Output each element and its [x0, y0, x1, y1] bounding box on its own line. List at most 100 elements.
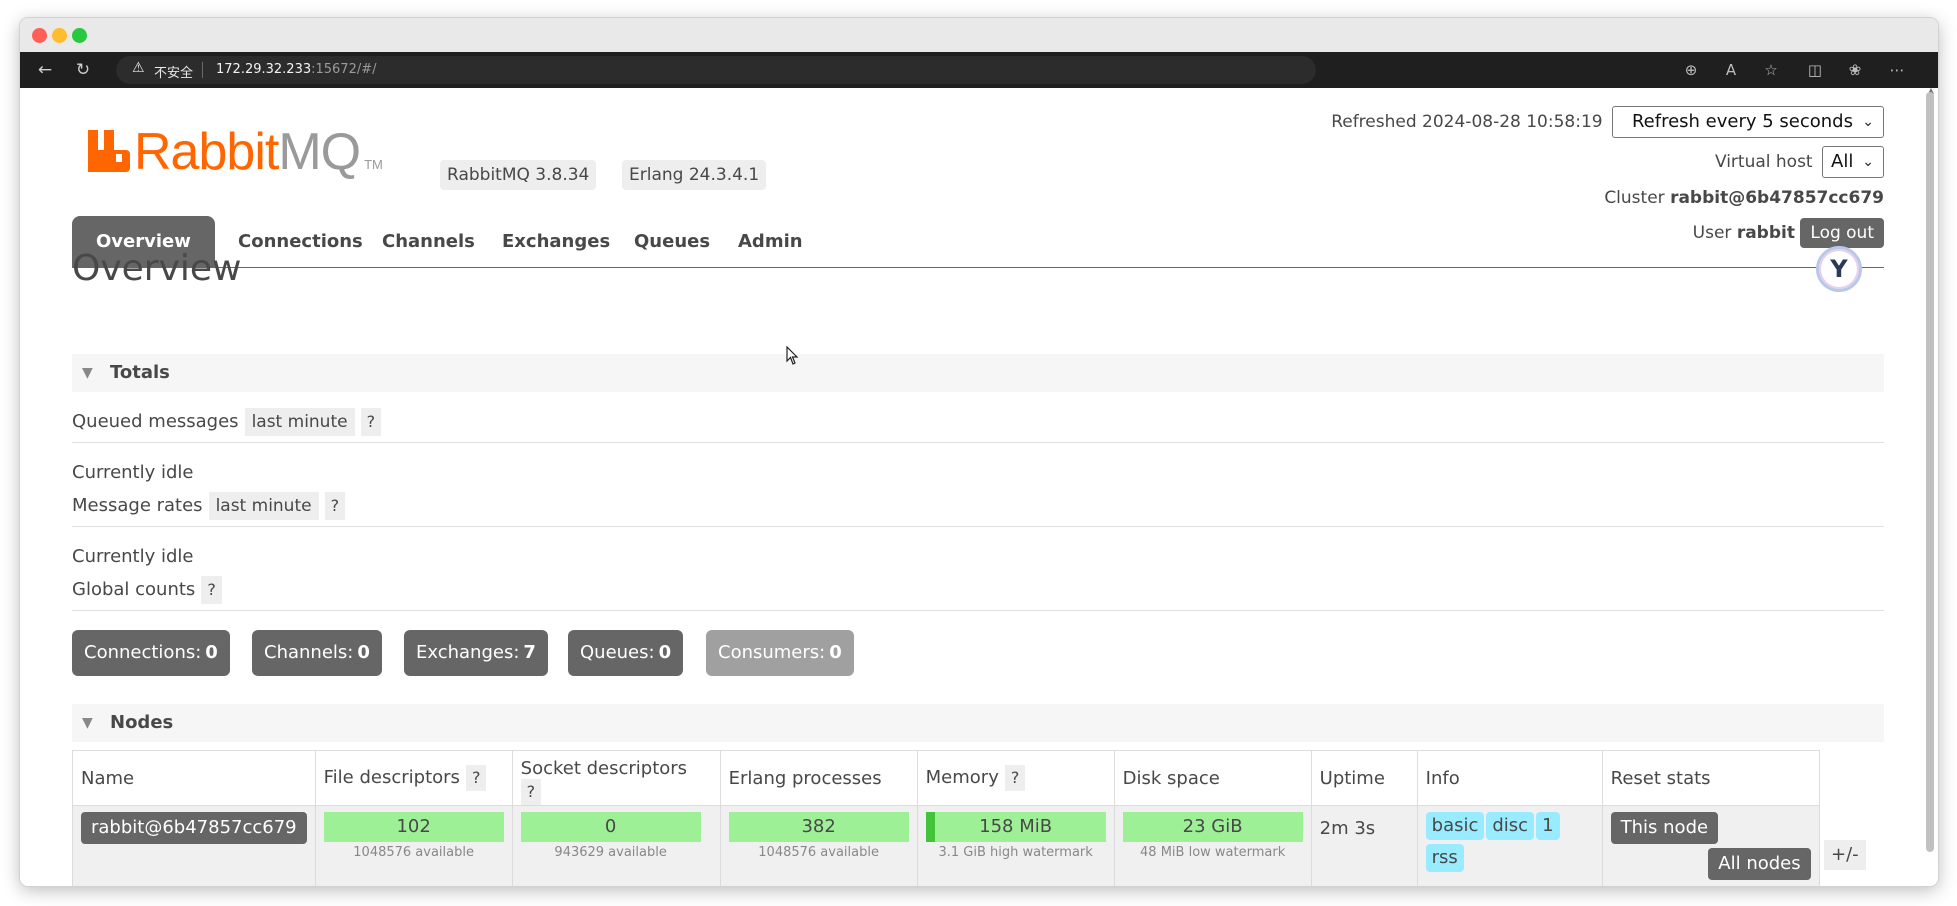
rabbitmq-version: RabbitMQ 3.8.34	[440, 160, 597, 190]
info-tag-rss[interactable]: rss	[1425, 844, 1464, 872]
rates-range-chip[interactable]: last minute	[208, 492, 319, 520]
vhost-select[interactable]: All ⌄	[1822, 146, 1884, 178]
main-tabs: Overview Connections Channels Exchanges …	[72, 216, 1884, 268]
tab-admin[interactable]: Admin	[714, 216, 827, 268]
erlang-version: Erlang 24.3.4.1	[622, 160, 767, 190]
page-title: Overview	[72, 248, 242, 289]
favorite-icon[interactable]: ☆	[1760, 59, 1782, 81]
rates-help-button[interactable]: ?	[324, 492, 346, 520]
global-counts-row: Global counts?	[72, 576, 222, 604]
channels-count-button[interactable]: Channels: 0	[252, 630, 382, 676]
nodes-title: Nodes	[110, 712, 174, 733]
reset-this-node-button[interactable]: This node	[1610, 812, 1719, 844]
minimize-window-button[interactable]	[52, 28, 67, 43]
col-file-descriptors-label: File descriptors	[323, 767, 460, 788]
exchanges-count-button[interactable]: Exchanges: 7	[404, 630, 548, 676]
zoom-icon[interactable]: ⊕	[1680, 59, 1702, 81]
connections-count-button[interactable]: Connections: 0	[72, 630, 230, 676]
node-name-link[interactable]: rabbit@6b47857cc679	[81, 812, 307, 844]
uptime-value: 2m 3s	[1319, 818, 1376, 839]
queues-count-button[interactable]: Queues: 0	[568, 630, 684, 676]
scrollbar[interactable]	[1926, 92, 1934, 852]
socket-desc-bar: 0	[520, 812, 701, 842]
count-value: 0	[357, 642, 370, 663]
node-name-cell: rabbit@6b47857cc679	[72, 805, 316, 886]
disk-cell: 23 GiB 48 MiB low watermark	[1113, 805, 1312, 886]
erlang-proc-value: 382	[801, 816, 836, 837]
rabbitmq-page: Rabbit MQ TM RabbitMQ 3.8.34 Erlang 24.3…	[72, 88, 1884, 886]
cluster-name: rabbit@6b47857cc679	[1670, 188, 1884, 208]
read-aloud-icon[interactable]: A	[1720, 59, 1742, 81]
col-uptime: Uptime	[1310, 750, 1418, 806]
url-host: 172.29.32.233	[216, 62, 312, 77]
file-desc-help-button[interactable]: ?	[465, 765, 487, 791]
col-file-descriptors: File descriptors?	[314, 750, 513, 806]
disk-watermark: 48 MiB low watermark	[1140, 845, 1286, 860]
memory-cell: 158 MiB 3.1 GiB high watermark	[916, 805, 1115, 886]
nodes-table-header: Name File descriptors? Socket descriptor…	[72, 750, 1820, 806]
disk-value: 23 GiB	[1182, 816, 1243, 837]
cluster-label: Cluster	[1604, 188, 1665, 208]
toggle-columns-button[interactable]: +/-	[1824, 840, 1866, 870]
address-separator	[202, 62, 203, 78]
address-bar[interactable]: ⚠ 不安全 172.29.32.233:15672/#/	[116, 56, 1316, 84]
table-row: rabbit@6b47857cc679 102 1048576 availabl…	[72, 805, 1820, 886]
info-tag-disc[interactable]: disc	[1486, 812, 1535, 840]
queued-messages-label: Queued messages	[72, 411, 239, 432]
refreshed-label: Refreshed 2024-08-28 10:58:19	[1331, 112, 1603, 132]
info-tag-basic[interactable]: basic	[1425, 812, 1485, 840]
info-tag-count[interactable]: 1	[1536, 812, 1560, 840]
rabbitmq-logo[interactable]: Rabbit MQ TM	[88, 118, 383, 178]
count-value: 0	[205, 642, 218, 663]
reload-icon[interactable]: ↻	[72, 59, 94, 81]
erlang-proc-cell: 382 1048576 available	[719, 805, 918, 886]
split-screen-icon[interactable]: ◫	[1804, 59, 1826, 81]
uptime-cell: 2m 3s	[1310, 805, 1418, 886]
maximize-window-button[interactable]	[72, 28, 87, 43]
socket-desc-value: 0	[604, 816, 617, 837]
totals-section-header[interactable]: ▼ Totals	[72, 354, 1884, 392]
rates-idle-text: Currently idle	[72, 546, 194, 567]
count-value: 0	[658, 642, 672, 663]
back-icon[interactable]: ←	[34, 59, 56, 81]
nodes-section-header[interactable]: ▼ Nodes	[72, 704, 1884, 742]
browser-extension-icon[interactable]: Y	[1816, 246, 1862, 292]
memory-used-fill	[925, 812, 935, 842]
chevron-down-icon: ⌄	[1862, 154, 1874, 170]
consumers-count-button[interactable]: Consumers: 0	[706, 630, 854, 676]
memory-help-button[interactable]: ?	[1004, 765, 1026, 791]
col-disk-space: Disk space	[1113, 750, 1312, 806]
queued-help-button[interactable]: ?	[360, 408, 382, 436]
info-cell: basic disc 1 rss	[1416, 805, 1603, 886]
reset-all-nodes-button[interactable]: All nodes	[1708, 848, 1811, 880]
col-memory: Memory?	[916, 750, 1115, 806]
reset-stats-cell: This node All nodes	[1601, 805, 1820, 886]
col-socket-descriptors-label: Socket descriptors	[520, 758, 688, 779]
erlang-proc-available: 1048576 available	[758, 845, 879, 860]
nodes-table: Name File descriptors? Socket descriptor…	[72, 750, 1820, 886]
global-counts-label: Global counts	[72, 579, 196, 600]
memory-watermark: 3.1 GiB high watermark	[938, 845, 1093, 860]
extensions-icon[interactable]: ❀	[1844, 59, 1866, 81]
browser-toolbar: ← ↻ ⚠ 不安全 172.29.32.233:15672/#/ ⊕ A ☆ ◫…	[20, 52, 1938, 88]
socket-desc-cell: 0 943629 available	[511, 805, 721, 886]
global-help-button[interactable]: ?	[201, 576, 222, 604]
col-info: Info	[1416, 750, 1603, 806]
col-socket-descriptors: Socket descriptors?	[511, 750, 721, 806]
vhost-label: Virtual host	[1714, 152, 1813, 172]
more-icon[interactable]: ⋯	[1886, 59, 1908, 81]
refresh-interval-value: Refresh every 5 seconds	[1631, 111, 1853, 132]
refresh-interval-select[interactable]: Refresh every 5 seconds ⌄	[1612, 106, 1884, 138]
queued-range-chip[interactable]: last minute	[244, 408, 355, 436]
close-window-button[interactable]	[32, 28, 47, 43]
col-erlang-processes: Erlang processes	[719, 750, 918, 806]
security-label: 不安全	[154, 66, 194, 81]
socket-desc-help-button[interactable]: ?	[520, 779, 542, 805]
collapse-triangle-icon: ▼	[82, 715, 93, 731]
count-label: Consumers:	[718, 642, 826, 663]
socket-desc-available: 943629 available	[554, 845, 667, 860]
url-path: :15672/#/	[311, 62, 377, 77]
col-name: Name	[72, 750, 316, 806]
count-label: Channels:	[264, 642, 354, 663]
memory-value: 158 MiB	[979, 816, 1053, 837]
